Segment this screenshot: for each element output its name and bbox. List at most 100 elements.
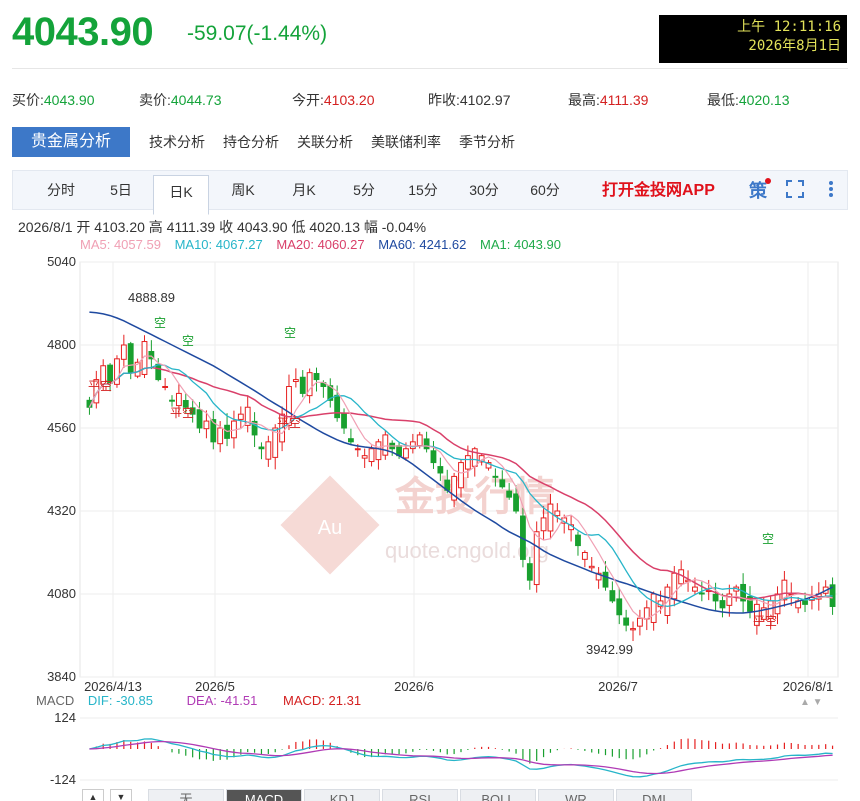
tab-technical[interactable]: 技术分析: [140, 127, 214, 157]
quote-ask: 卖价:4044.73: [139, 92, 222, 108]
candle-body: [203, 420, 210, 430]
period-60min[interactable]: 60分: [520, 171, 570, 210]
candle-body: [361, 455, 368, 459]
candle-body: [588, 565, 595, 569]
period-5min[interactable]: 5分: [341, 171, 387, 210]
dea-line: [89, 740, 833, 775]
candle-body: [554, 510, 561, 517]
period-bar: 分时 5日 日K 周K 月K 5分 15分 30分 60分 打开金投网APP 策: [12, 170, 848, 215]
indicator-tab-none[interactable]: 无: [148, 789, 224, 801]
indicator-tabs: 无 MACD KDJ RSI BOLL WR DMI: [148, 789, 860, 801]
candle-body: [513, 493, 519, 512]
candle-body: [540, 517, 547, 532]
quote-open: 今开:4103.20: [292, 92, 375, 108]
macd-collapse-icon[interactable]: ▲ ▼: [800, 697, 823, 708]
signal-label: 空: [762, 532, 774, 546]
strategy-icon[interactable]: 策: [746, 178, 771, 203]
period-daily-k[interactable]: 日K: [153, 175, 209, 215]
candle-body: [162, 386, 169, 388]
quote-bid: 买价:4043.90: [12, 92, 95, 108]
tab-precious-metals[interactable]: 贵金属分析: [12, 127, 130, 157]
candle-body: [120, 344, 127, 360]
y-tick-label: 4560: [47, 420, 76, 435]
ma5-label: MA5: 4057.59: [80, 237, 161, 252]
tab-fed-rate[interactable]: 美联储利率: [362, 127, 450, 157]
macd-svg: 124 -124: [50, 710, 838, 787]
indicator-tab-dmi[interactable]: DMI: [616, 789, 692, 801]
quote-low: 最低:4020.13: [707, 92, 790, 108]
x-tick-label: 2026/5: [195, 679, 235, 692]
candle-body: [499, 479, 506, 488]
candle-body: [169, 399, 175, 402]
kline-chart[interactable]: 5040 4800 4560 4320 4080 3840 2026/4/13 2026/5 2…: [0, 252, 860, 697]
candle-body: [492, 475, 499, 478]
tab-seasonal[interactable]: 季节分析: [450, 127, 524, 157]
period-weekly-k[interactable]: 周K: [218, 171, 268, 210]
candle-body: [299, 376, 306, 394]
signal-label: 平空: [753, 614, 777, 628]
y-tick-label: 5040: [47, 254, 76, 269]
tab-correlation[interactable]: 关联分析: [288, 127, 362, 157]
clock-time: 上午 12:11:16: [737, 19, 841, 35]
candle-body: [526, 563, 533, 581]
candle-body: [616, 598, 623, 616]
clock-panel: 上午 12:11:16 2026年8月1日: [659, 15, 847, 63]
indicator-tab-kdj[interactable]: KDJ: [304, 789, 380, 801]
candle-body: [630, 628, 636, 631]
ma60-label: MA60: 4241.62: [378, 237, 467, 252]
watermark-badge-text: Au: [318, 517, 342, 539]
candle-body: [581, 552, 588, 560]
candle-body: [196, 409, 203, 429]
candle-body: [403, 448, 409, 459]
candle-body: [533, 531, 540, 586]
period-5day[interactable]: 5日: [97, 171, 145, 210]
signal-label: 空: [154, 316, 166, 330]
candle-body: [375, 441, 382, 461]
quote-high: 最高:4111.39: [568, 92, 649, 108]
signal-label: 平空: [277, 416, 301, 430]
dif-label: DIF: -30.85: [87, 693, 153, 708]
candle-body: [258, 446, 265, 450]
more-menu-icon[interactable]: [819, 179, 843, 203]
candle-body: [609, 590, 616, 602]
candle-body: [636, 617, 643, 627]
open-app-link[interactable]: 打开金投网APP: [602, 171, 715, 210]
macd-value-label: MACD: 21.31: [283, 693, 362, 708]
header-divider: [12, 68, 848, 69]
ma1-label: MA1: 4043.90: [480, 237, 561, 252]
candle-body: [650, 593, 657, 623]
x-tick-label: 2026/8/1: [783, 679, 834, 692]
y-tick-label: 4080: [47, 586, 76, 601]
period-monthly-k[interactable]: 月K: [279, 171, 329, 210]
macd-ytick: 124: [54, 710, 76, 725]
candle-body: [348, 438, 354, 443]
y-tick-label: 4800: [47, 337, 76, 352]
indicator-tab-wr[interactable]: WR: [538, 789, 614, 801]
quote-row: 买价:4043.90 卖价:4044.73 今开:4103.20 昨收:4102…: [12, 90, 790, 110]
tab-positions[interactable]: 持仓分析: [214, 127, 288, 157]
period-intraday[interactable]: 分时: [33, 171, 89, 210]
max-price-label: 4888.89: [128, 290, 175, 305]
indicator-tab-rsi[interactable]: RSI: [382, 789, 458, 801]
candle-body: [416, 434, 423, 447]
period-15min[interactable]: 15分: [398, 171, 448, 210]
candle-body: [430, 450, 437, 464]
y-tick-label: 4320: [47, 503, 76, 518]
candle-body: [602, 571, 609, 588]
candle-body: [547, 503, 554, 532]
indicator-tab-boll[interactable]: BOLL: [460, 789, 536, 801]
scroll-up-arrow[interactable]: ▲: [82, 789, 104, 801]
kline-svg[interactable]: 5040 4800 4560 4320 4080 3840 2026/4/13 2026/5 2…: [0, 252, 860, 694]
indicator-tab-macd[interactable]: MACD: [226, 789, 302, 801]
candle-body: [437, 466, 444, 474]
quote-prevclose: 昨收:4102.97: [428, 92, 511, 108]
macd-legend: MACD DIF: -30.85 DEA: -41.51 MACD: 21.31: [36, 693, 371, 708]
signal-label: 平空: [88, 379, 112, 393]
scroll-down-arrow[interactable]: ▼: [110, 789, 132, 801]
fullscreen-icon[interactable]: [783, 179, 807, 203]
candle-body: [409, 441, 416, 450]
period-30min[interactable]: 30分: [459, 171, 509, 210]
candle-body: [464, 455, 471, 470]
candle-body: [368, 448, 375, 463]
candle-body: [802, 600, 808, 605]
